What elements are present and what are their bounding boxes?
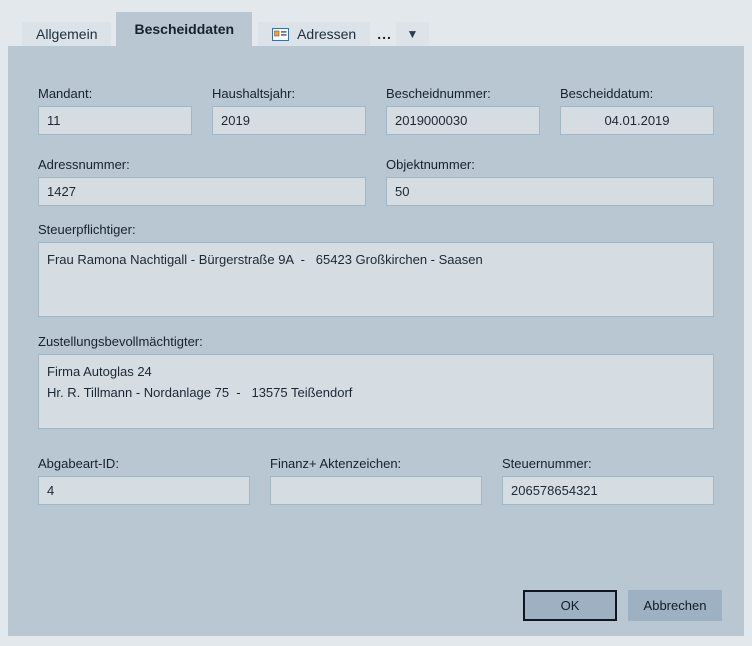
contact-card-icon <box>272 28 289 41</box>
cancel-button[interactable]: Abbrechen <box>628 590 722 621</box>
abgabeart-id-field: Abgabeart-ID: <box>38 456 250 505</box>
bescheiddatum-field: Bescheiddatum: <box>560 86 714 135</box>
steuernummer-label: Steuernummer: <box>502 456 714 471</box>
dialog-button-row: OK Abbrechen <box>38 590 722 621</box>
chevron-down-icon: ▼ <box>406 27 418 41</box>
tab-bescheiddaten[interactable]: Bescheiddaten <box>116 12 252 46</box>
bescheidnummer-field: Bescheidnummer: <box>386 86 540 135</box>
tab-overflow-dropdown-button[interactable]: ▼ <box>396 22 429 46</box>
steuerpflichtiger-textarea[interactable]: Frau Ramona Nachtigall - Bürgerstraße 9A… <box>38 242 714 317</box>
zustellungsbevollmaechtigter-label: Zustellungsbevollmächtigter: <box>38 334 714 349</box>
bescheiddatum-label: Bescheiddatum: <box>560 86 714 101</box>
abgabeart-id-input[interactable] <box>38 476 250 505</box>
objektnummer-label: Objektnummer: <box>386 157 714 172</box>
bescheiddatum-input[interactable] <box>560 106 714 135</box>
form-row-3: Steuerpflichtiger: Frau Ramona Nachtigal… <box>38 222 714 317</box>
finanz-aktenzeichen-input[interactable] <box>270 476 482 505</box>
zustellungsbevollmaechtigter-field: Zustellungsbevollmächtigter: Firma Autog… <box>38 334 714 429</box>
bescheiddaten-panel: Mandant: Haushaltsjahr: Bescheidnummer: … <box>8 46 744 636</box>
adressnummer-field: Adressnummer: <box>38 157 366 206</box>
mandant-field: Mandant: <box>38 86 192 135</box>
bescheidnummer-label: Bescheidnummer: <box>386 86 540 101</box>
tab-adressen-label: Adressen <box>297 26 356 42</box>
tab-allgemein-label: Allgemein <box>36 26 97 42</box>
haushaltsjahr-label: Haushaltsjahr: <box>212 86 366 101</box>
steuerpflichtiger-field: Steuerpflichtiger: Frau Ramona Nachtigal… <box>38 222 714 317</box>
form-row-4: Zustellungsbevollmächtigter: Firma Autog… <box>38 334 714 429</box>
steuernummer-input[interactable] <box>502 476 714 505</box>
tab-bescheiddaten-label: Bescheiddaten <box>134 21 234 37</box>
finanz-aktenzeichen-label: Finanz+ Aktenzeichen: <box>270 456 482 471</box>
haushaltsjahr-input[interactable] <box>212 106 366 135</box>
haushaltsjahr-field: Haushaltsjahr: <box>212 86 366 135</box>
tab-overflow-ellipsis: ... <box>377 26 392 42</box>
finanz-aktenzeichen-field: Finanz+ Aktenzeichen: <box>270 456 482 505</box>
form-row-5: Abgabeart-ID: Finanz+ Aktenzeichen: Steu… <box>38 456 714 505</box>
bescheidnummer-input[interactable] <box>386 106 540 135</box>
form-row-2: Adressnummer: Objektnummer: <box>38 157 714 206</box>
objektnummer-field: Objektnummer: <box>386 157 714 206</box>
form-row-1: Mandant: Haushaltsjahr: Bescheidnummer: … <box>38 86 714 135</box>
tab-allgemein[interactable]: Allgemein <box>22 22 111 46</box>
zustellungsbevollmaechtigter-textarea[interactable]: Firma Autoglas 24 Hr. R. Tillmann - Nord… <box>38 354 714 429</box>
abgabeart-id-label: Abgabeart-ID: <box>38 456 250 471</box>
tab-bar: Allgemein Bescheiddaten Adressen ... ▼ <box>0 0 752 46</box>
mandant-label: Mandant: <box>38 86 192 101</box>
mandant-input[interactable] <box>38 106 192 135</box>
adressnummer-input[interactable] <box>38 177 366 206</box>
tab-adressen[interactable]: Adressen <box>258 22 370 46</box>
adressnummer-label: Adressnummer: <box>38 157 366 172</box>
objektnummer-input[interactable] <box>386 177 714 206</box>
steuerpflichtiger-label: Steuerpflichtiger: <box>38 222 714 237</box>
steuernummer-field: Steuernummer: <box>502 456 714 505</box>
ok-button[interactable]: OK <box>523 590 617 621</box>
